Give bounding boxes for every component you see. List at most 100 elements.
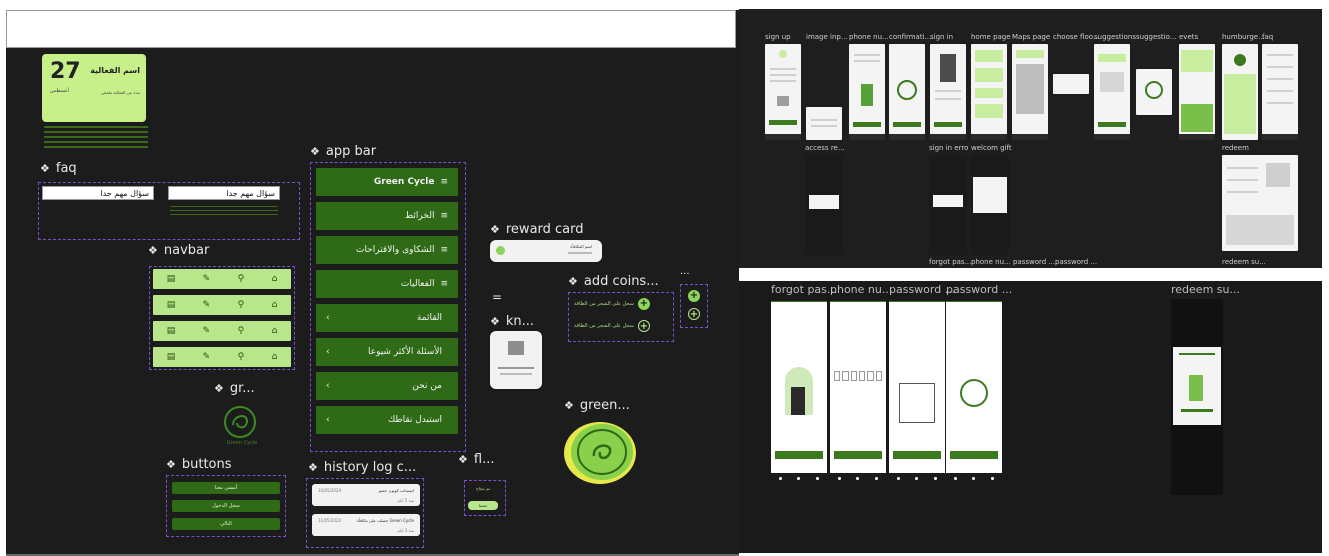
screen-forgot-password[interactable] xyxy=(771,301,827,483)
location-icon[interactable]: ⚲ xyxy=(238,352,245,362)
screen-label[interactable]: redeem xyxy=(1222,144,1249,152)
home-icon[interactable]: ⌂ xyxy=(272,326,278,336)
fl-ok-button[interactable]: حسنا xyxy=(468,501,498,510)
screen-label[interactable]: evets xyxy=(1179,33,1198,41)
screens-detail-panel[interactable]: forgot pas... phone nu... password ... p… xyxy=(739,281,1322,553)
screen-redeem-success[interactable] xyxy=(1173,347,1221,425)
screens-overview-panel[interactable]: sign up image inp... phone nu... confirm… xyxy=(739,9,1322,268)
walk-with-us-button[interactable]: أمشي معنا xyxy=(172,482,280,494)
fl-component-title[interactable]: ❖ fl... xyxy=(458,452,494,467)
navbar-component-title[interactable]: ❖ navbar xyxy=(148,243,209,258)
app-bar-item-about[interactable]: ‹ من نحن xyxy=(316,372,458,400)
screen-faq[interactable] xyxy=(1262,44,1298,140)
screen-label[interactable]: access re... xyxy=(805,144,845,152)
faq-question-2[interactable]: سؤال مهم جدا xyxy=(168,186,280,200)
faq-question-1[interactable]: سؤال مهم جدا xyxy=(42,186,154,200)
screen-phone-number-verify[interactable] xyxy=(830,301,886,483)
screen-label[interactable]: faq xyxy=(1262,33,1273,41)
home-icon[interactable]: ⌂ xyxy=(272,352,278,362)
edit-icon[interactable]: ✎ xyxy=(203,274,211,284)
screen-sign-in[interactable] xyxy=(930,44,966,140)
navbar-variant-2[interactable]: ▤ ✎ ⚲ ⌂ xyxy=(153,295,291,315)
location-icon[interactable]: ⚲ xyxy=(238,274,245,284)
screen-label[interactable]: forgot pas... xyxy=(929,258,971,266)
more-component-title[interactable]: ... xyxy=(680,266,690,277)
screen-access-request[interactable] xyxy=(805,155,843,255)
screen-sign-in-error[interactable] xyxy=(929,155,967,255)
home-icon[interactable]: ⌂ xyxy=(272,274,278,284)
add-coin-filled-icon[interactable]: + xyxy=(688,290,700,302)
screen-hamburger-menu[interactable] xyxy=(1222,44,1258,140)
knowledge-card[interactable] xyxy=(490,331,542,389)
edit-icon[interactable]: ✎ xyxy=(203,326,211,336)
reward-card-component-title[interactable]: ❖ reward card xyxy=(490,222,584,237)
screen-label[interactable]: password ... xyxy=(1013,258,1055,266)
gr-component-title[interactable]: ❖ gr... xyxy=(214,381,255,396)
screen-suggestions[interactable] xyxy=(1094,44,1130,140)
screen-password-success[interactable] xyxy=(946,301,1002,483)
navbar-variant-3[interactable]: ▤ ✎ ⚲ ⌂ xyxy=(153,321,291,341)
navbar-variant-1[interactable]: ▤ ✎ ⚲ ⌂ xyxy=(153,269,291,289)
screen-sign-up[interactable] xyxy=(765,44,801,140)
screen-maps-page[interactable] xyxy=(1012,44,1048,140)
app-bar-item-redeem[interactable]: ‹ استبدل نقاطك xyxy=(316,406,458,434)
screen-redeem[interactable] xyxy=(1222,155,1298,251)
history-card-1[interactable]: استبدلت كوبون خصم 10/05/2024 منذ 5 أيام xyxy=(312,484,420,506)
screen-confirmation[interactable] xyxy=(889,44,925,140)
plus-outline-icon[interactable]: + xyxy=(637,320,650,332)
screen-image-input[interactable] xyxy=(806,107,842,140)
image-icon[interactable]: ▤ xyxy=(167,326,176,336)
add-coins-component-title[interactable]: ❖ add coins... xyxy=(568,274,659,289)
screen-label[interactable]: home page xyxy=(971,33,1011,41)
navbar-variant-4[interactable]: ▤ ✎ ⚲ ⌂ xyxy=(153,347,291,367)
app-bar-item-green-cycle[interactable]: Green Cycle ≡ xyxy=(316,168,458,196)
edit-icon[interactable]: ✎ xyxy=(203,352,211,362)
image-icon[interactable]: ▤ xyxy=(167,300,176,310)
app-bar-item-faq[interactable]: ‹ الأسئلة الأكثر شيوعا xyxy=(316,338,458,366)
home-icon[interactable]: ⌂ xyxy=(272,300,278,310)
screen-label[interactable]: suggestions xyxy=(1094,33,1136,41)
screen-label[interactable]: password ... xyxy=(1055,258,1097,266)
location-icon[interactable]: ⚲ xyxy=(238,300,245,310)
add-coins-row-1[interactable]: سجل على الشجر من الطاقة + xyxy=(574,298,650,310)
sign-in-button[interactable]: سجل الدخول xyxy=(172,500,280,512)
screen-label[interactable]: image inp... xyxy=(806,33,848,41)
add-coin-outline-icon[interactable]: + xyxy=(688,308,700,320)
screen-label[interactable]: redeem su... xyxy=(1222,258,1266,266)
screen-label[interactable]: Maps page xyxy=(1012,33,1050,41)
screen-label[interactable]: humburge... xyxy=(1222,33,1265,41)
image-icon[interactable]: ▤ xyxy=(167,352,176,362)
screen-label[interactable]: redeem su... xyxy=(1171,283,1240,296)
history-log-component-title[interactable]: ❖ history log c... xyxy=(308,460,416,475)
app-bar-item-events[interactable]: الفعاليات ≡ xyxy=(316,270,458,298)
screen-label[interactable]: password ... xyxy=(946,283,1012,296)
screen-password-reset[interactable] xyxy=(889,301,945,483)
location-icon[interactable]: ⚲ xyxy=(238,326,245,336)
screen-home-page[interactable] xyxy=(971,44,1007,140)
screen-events[interactable] xyxy=(1179,44,1215,140)
screen-label[interactable]: phone nu... xyxy=(849,33,889,41)
image-icon[interactable]: ▤ xyxy=(167,274,176,284)
screen-label[interactable]: sign up xyxy=(765,33,791,41)
app-bar-item-complaints[interactable]: الشكاوى والاقتراحات ≡ xyxy=(316,236,458,264)
event-card[interactable]: 27 اسم الفعالية أغسطس نبذة عن الفعالية م… xyxy=(42,54,146,122)
screen-label[interactable]: suggestio... xyxy=(1136,33,1176,41)
edit-icon[interactable]: ✎ xyxy=(203,300,211,310)
app-bar-component-title[interactable]: ❖ app bar xyxy=(310,144,376,159)
history-card-2[interactable]: حصلت على مكافأة Green Cycle 11/05/2024 م… xyxy=(312,514,420,536)
next-button[interactable]: التالي xyxy=(172,518,280,530)
kn-component-title[interactable]: ❖ kn... xyxy=(490,314,534,329)
app-bar-item-maps[interactable]: الخرائط ≡ xyxy=(316,202,458,230)
screen-label[interactable]: confirmati... xyxy=(889,33,931,41)
plus-icon[interactable]: + xyxy=(637,298,650,310)
screen-label[interactable]: sign in xyxy=(930,33,953,41)
screen-phone-number[interactable] xyxy=(849,44,885,140)
screen-choose-floor[interactable] xyxy=(1053,74,1089,94)
add-coins-row-2[interactable]: سجل على الشجر من الطاقة + xyxy=(574,320,650,332)
screen-label[interactable]: phone nu... xyxy=(830,283,892,296)
reward-card[interactable]: اسم المكافأة xyxy=(490,240,602,262)
screen-welcome-gift[interactable] xyxy=(971,155,1009,255)
app-bar-item-list[interactable]: ‹ القائمة xyxy=(316,304,458,332)
screen-label[interactable]: welcom gift xyxy=(971,144,1012,152)
screen-suggestions-success[interactable] xyxy=(1136,69,1172,115)
